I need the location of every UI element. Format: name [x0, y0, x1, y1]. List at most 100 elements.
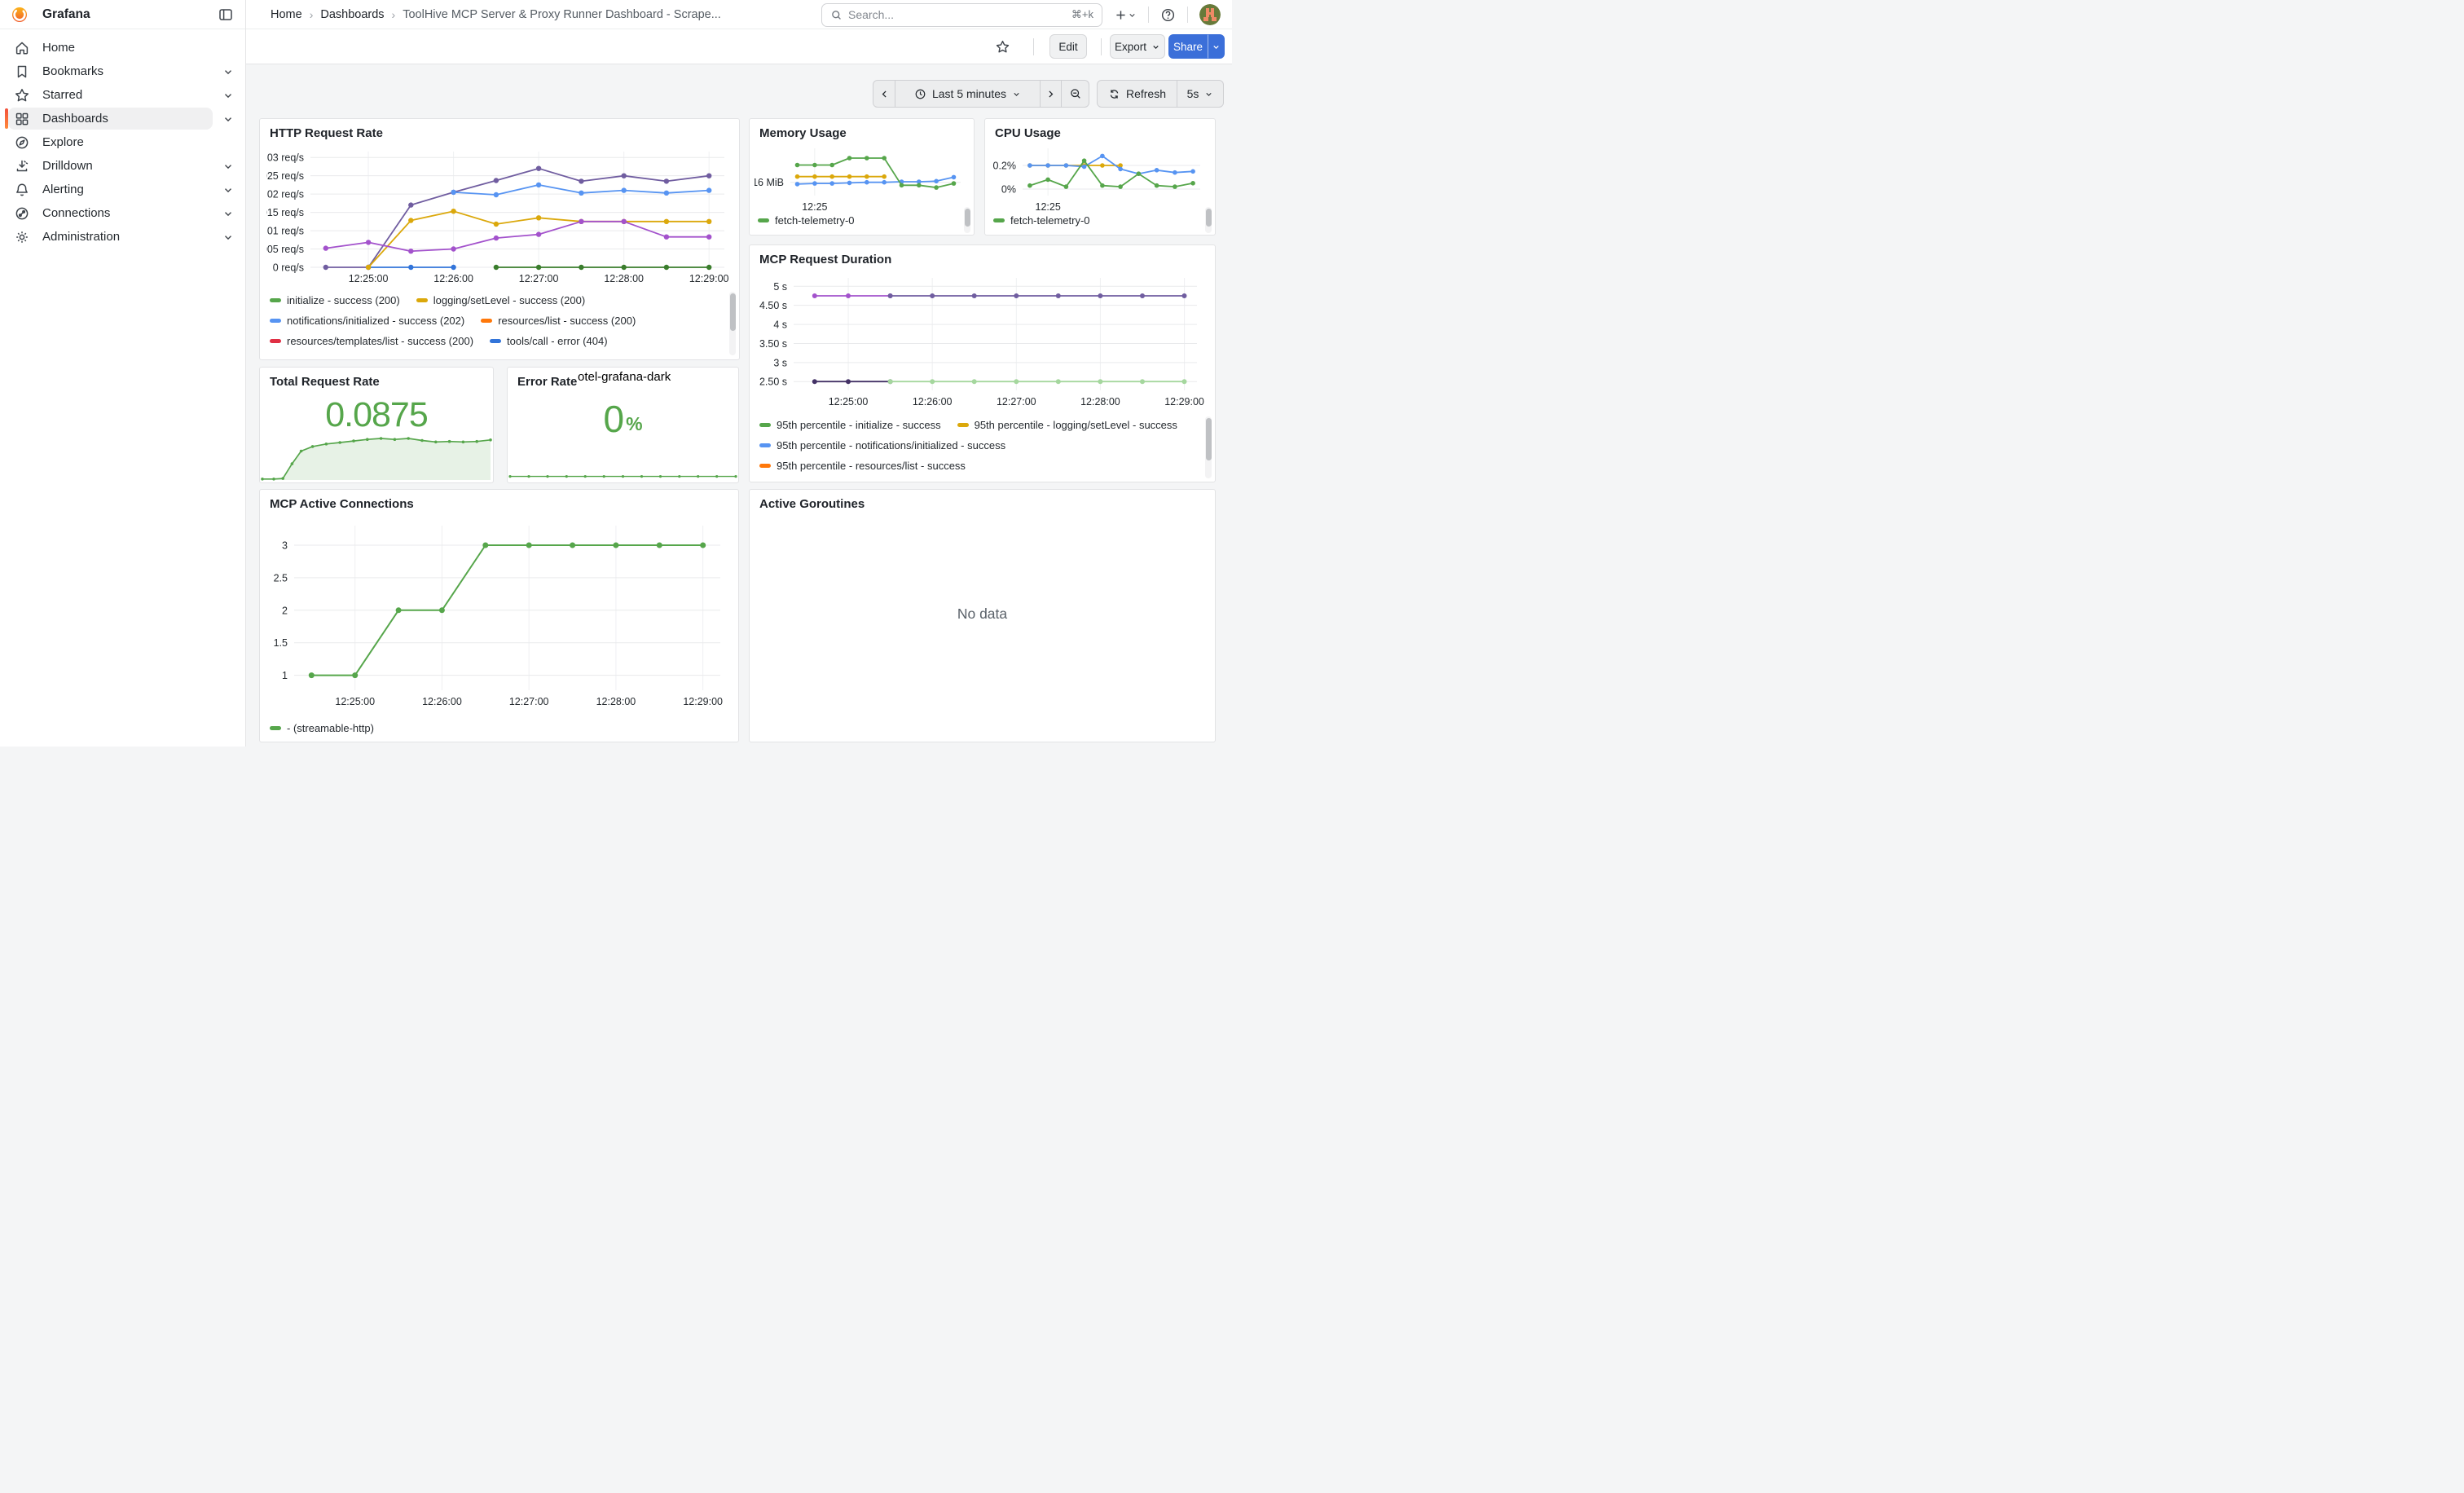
sidebar-item-alerting[interactable]: Alerting [0, 178, 245, 201]
chevron-down-icon [1151, 42, 1160, 51]
legend-item[interactable]: resources/templates/list - success (200) [270, 335, 473, 347]
svg-text:0 req/s: 0 req/s [273, 262, 304, 274]
time-forward-button[interactable] [1041, 80, 1062, 108]
legend-item[interactable]: unknown - success (200) [567, 355, 702, 357]
legend-scrollbar[interactable] [1206, 209, 1212, 227]
legend-item[interactable]: tools/call - error (404) [490, 335, 608, 347]
sidebar-item-drilldown[interactable]: Drilldown [0, 154, 245, 178]
sidebar-item-explore[interactable]: Explore [0, 130, 245, 154]
legend-item[interactable]: fetch-telemetry-0 [758, 214, 855, 227]
panel-error-rate: Error Rate otel-grafana-dark 0% [507, 367, 739, 483]
svg-text:5 s: 5 s [773, 281, 787, 293]
memory-usage-chart: 12:2516 MiB [755, 142, 970, 215]
panel-title[interactable]: Total Request Rate [270, 375, 380, 389]
legend-item[interactable]: 95th percentile - logging/setLevel - suc… [957, 419, 1177, 431]
refresh-interval-picker[interactable]: 5s [1177, 80, 1224, 108]
time-range-picker[interactable]: Last 5 minutes [895, 80, 1041, 108]
user-avatar[interactable] [1199, 4, 1221, 25]
legend-item[interactable]: initialize - success (200) [270, 294, 400, 306]
legend-scrollbar[interactable] [965, 209, 970, 227]
legend-item[interactable]: 95th percentile - notifications/initiali… [759, 439, 1005, 451]
question-icon [1160, 7, 1176, 23]
svg-text:3.50 s: 3.50 s [759, 338, 787, 350]
memory-legend: fetch-telemetry-0 [758, 210, 957, 233]
legend-item[interactable]: 95th percentile - initialize - success [759, 419, 941, 431]
chevron-down-icon [1128, 11, 1137, 20]
panel-memory-usage: Memory Usage 12:2516 MiB fetch-telemetry… [749, 118, 975, 236]
share-options-button[interactable] [1208, 34, 1225, 59]
svg-text:2: 2 [282, 605, 288, 616]
panel-title[interactable]: Error Rate [517, 375, 577, 389]
dashboard-canvas: Last 5 minutes Refresh 5s HTTP Request R… [246, 64, 1232, 746]
panel-title[interactable]: Memory Usage [759, 126, 847, 140]
sidebar-item-label: Administration [42, 230, 120, 244]
breadcrumb: Home›Dashboards›ToolHive MCP Server & Pr… [271, 0, 721, 29]
chevron-right-icon [1045, 89, 1056, 99]
sidebar-item-label: Bookmarks [42, 64, 103, 78]
add-new-button[interactable] [1109, 8, 1142, 22]
panel-title[interactable]: HTTP Request Rate [270, 126, 383, 140]
grid-icon [14, 111, 30, 127]
search-icon [830, 9, 843, 21]
breadcrumb-item: ToolHive MCP Server & Proxy Runner Dashb… [403, 8, 721, 21]
chevron-left-icon [879, 89, 890, 99]
connections-legend: - (streamable-http) [270, 718, 725, 741]
plus-icon [1114, 8, 1128, 22]
share-button[interactable]: Share [1168, 34, 1208, 59]
breadcrumb-item[interactable]: Dashboards [320, 8, 384, 21]
star-dashboard-icon[interactable] [995, 39, 1010, 55]
sidebar-item-dashboards[interactable]: Dashboards [0, 107, 245, 130]
panel-title[interactable]: MCP Active Connections [270, 497, 414, 511]
panel-title[interactable]: Active Goroutines [759, 497, 865, 511]
legend-item[interactable]: logging/setLevel - success (200) [416, 294, 585, 306]
legend-scrollbar[interactable] [1206, 418, 1212, 460]
sidebar-item-label: Drilldown [42, 159, 93, 173]
top-header: Home›Dashboards›ToolHive MCP Server & Pr… [246, 0, 1232, 29]
panel-cpu-usage: CPU Usage 12:250.2%0% fetch-telemetry-0 [984, 118, 1216, 236]
panel-title[interactable]: CPU Usage [995, 126, 1061, 140]
sidebar-item-connections[interactable]: Connections [0, 201, 245, 225]
panel-http-request-rate: HTTP Request Rate 12:25:0012:26:0012:27:… [259, 118, 740, 360]
chevron-down-icon [222, 90, 234, 101]
legend-item[interactable]: tools/list - success (200) [420, 355, 550, 357]
series-color-pill [416, 298, 428, 302]
sidebar: Grafana HomeBookmarksStarredDashboardsEx… [0, 0, 246, 746]
legend-item[interactable]: - (streamable-http) [270, 722, 374, 734]
compass-icon [14, 134, 30, 151]
panel-mcp-active-connections: MCP Active Connections 12:25:0012:26:001… [259, 489, 739, 742]
refresh-button[interactable]: Refresh [1097, 80, 1177, 108]
series-color-pill [481, 319, 492, 323]
sidebar-item-bookmarks[interactable]: Bookmarks [0, 59, 245, 83]
series-color-pill [270, 726, 281, 730]
chevron-down-icon [1204, 90, 1213, 99]
legend-item[interactable]: tools/call - success (200) [270, 355, 403, 357]
time-controls: Last 5 minutes [873, 80, 1089, 108]
svg-text:12:28:00: 12:28:00 [1080, 396, 1120, 407]
sidebar-item-administration[interactable]: Administration [0, 225, 245, 249]
panel-title[interactable]: MCP Request Duration [759, 253, 891, 266]
active-indicator [5, 108, 8, 129]
sidebar-item-starred[interactable]: Starred [0, 83, 245, 107]
legend-item[interactable]: 95th percentile - resources/list - succe… [759, 460, 966, 472]
sidebar-toggle-icon[interactable] [218, 7, 234, 23]
svg-text:0%: 0% [1001, 184, 1016, 196]
svg-text:12:25:00: 12:25:00 [349, 273, 389, 284]
breadcrumb-item[interactable]: Home [271, 8, 302, 21]
sidebar-item-label: Explore [42, 135, 84, 149]
legend-item[interactable]: resources/list - success (200) [481, 315, 636, 327]
svg-text:12:26:00: 12:26:00 [433, 273, 473, 284]
http-request-rate-chart: 12:25:0012:26:0012:27:0012:28:0012:29:00… [266, 145, 734, 288]
edit-button[interactable]: Edit [1049, 34, 1087, 59]
export-button[interactable]: Export [1110, 34, 1165, 59]
clock-icon [914, 88, 926, 100]
search-input[interactable]: ⌘+k [821, 3, 1102, 27]
zoom-out-button[interactable] [1062, 80, 1089, 108]
legend-item[interactable]: fetch-telemetry-0 [993, 214, 1090, 227]
time-back-button[interactable] [873, 80, 895, 108]
grafana-logo-icon[interactable] [11, 6, 29, 24]
sidebar-item-label: Connections [42, 206, 110, 220]
legend-item[interactable]: notifications/initialized - success (202… [270, 315, 464, 327]
sidebar-item-home[interactable]: Home [0, 36, 245, 59]
help-button[interactable] [1155, 7, 1181, 23]
legend-scrollbar[interactable] [730, 293, 736, 331]
